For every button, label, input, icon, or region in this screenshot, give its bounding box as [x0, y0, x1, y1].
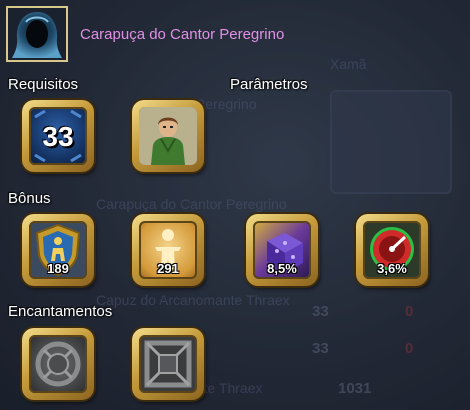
character-portrait-icon [139, 107, 197, 165]
hooded-cloak-icon [6, 6, 68, 62]
bonus-health-value: 291 [157, 261, 179, 276]
empty-round-rune-icon [29, 335, 87, 393]
bonus-spell-slot[interactable]: 8,5% [246, 214, 318, 286]
parameter-character-slot[interactable] [132, 100, 204, 172]
bonus-speed-slot[interactable]: 3,6% [356, 214, 428, 286]
speed-gauge-icon: 3,6% [363, 221, 421, 279]
bonus-spell-value: 8,5% [267, 261, 297, 276]
section-requirements-label: Requisitos [8, 76, 79, 93]
enchantment-slot-2[interactable] [132, 328, 204, 400]
bonus-armor-value: 189 [47, 261, 69, 276]
section-bonus-label: Bônus [8, 190, 51, 207]
bonus-speed-value: 3,6% [377, 261, 407, 276]
body-health-icon: 291 [139, 221, 197, 279]
enchantment-slot-1[interactable] [22, 328, 94, 400]
spell-cube-icon: 8,5% [253, 221, 311, 279]
required-level-value: 33 [42, 121, 74, 152]
section-enchantments-label: Encantamentos [8, 303, 113, 320]
bonus-health-slot[interactable]: 291 [132, 214, 204, 286]
section-parameters-label: Parâmetros [230, 76, 308, 93]
level-badge-icon: 33 [29, 107, 87, 165]
bonus-armor-slot[interactable]: 189 [22, 214, 94, 286]
item-tooltip-header: Carapuça do Cantor Peregrino [0, 0, 470, 66]
item-name-title: Carapuça do Cantor Peregrino [80, 26, 285, 43]
requirement-level-slot[interactable]: 33 [22, 100, 94, 172]
armor-shield-icon: 189 [29, 221, 87, 279]
empty-square-rune-icon [139, 335, 197, 393]
